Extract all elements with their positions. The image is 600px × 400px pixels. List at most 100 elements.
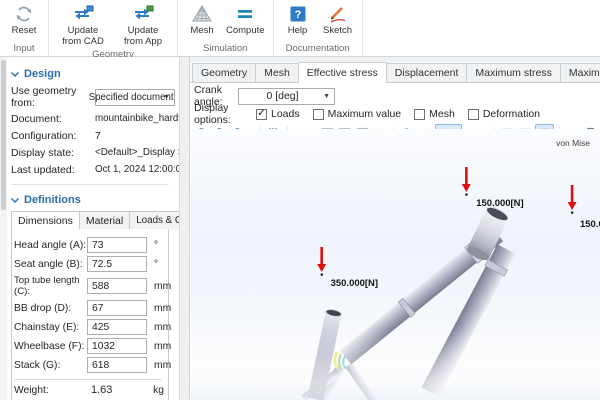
bike-frame-plot: von Mise 350.000[N] 150.000[N] 150.0	[191, 129, 600, 400]
graphics-panel: Geometry Mesh Effective stress Displacem…	[190, 57, 600, 400]
field-label: Seat angle (B):	[14, 259, 87, 270]
help-icon: ?	[288, 3, 308, 24]
display-state-value: <Default>_Display State	[95, 147, 179, 158]
use-geometry-select[interactable]: Specified document ▼	[95, 89, 175, 106]
graphics-canvas[interactable]: von Mise 350.000[N] 150.000[N] 150.0	[191, 129, 600, 400]
field-unit: mm	[154, 322, 171, 333]
compute-icon	[234, 3, 256, 24]
field-unit: °	[154, 240, 158, 251]
loads-checkbox[interactable]: ✓	[256, 109, 267, 120]
compute-label: Compute	[226, 25, 265, 36]
mesh-option-label: Mesh	[429, 108, 455, 120]
tab-maximum-stress-range[interactable]: Maximum stress range	[560, 63, 600, 82]
divider	[11, 184, 169, 185]
chevron-down-icon	[11, 72, 19, 77]
load-arrow-350N: 350.000[N]	[317, 247, 378, 289]
reset-button[interactable]: Reset	[5, 2, 43, 37]
chevron-down-icon	[11, 198, 19, 203]
display-options-label: Display options:	[194, 102, 256, 126]
svg-text:?: ?	[294, 9, 301, 21]
field-unit: mm	[154, 281, 171, 292]
sketch-button[interactable]: Sketch	[319, 2, 357, 37]
field-label: Top tube length (C):	[14, 275, 87, 297]
definitions-section-header[interactable]: Definitions	[11, 194, 179, 206]
results-tabs: Geometry Mesh Effective stress Displacem…	[190, 62, 600, 83]
reset-label: Reset	[12, 25, 37, 36]
document-label: Document:	[11, 113, 95, 125]
load-arrow-150N: 150.000[N]	[462, 167, 524, 209]
tab-geometry[interactable]: Geometry	[192, 63, 256, 82]
maximum-value-option-label: Maximum value	[328, 108, 402, 120]
seat-angle-input[interactable]	[87, 256, 147, 272]
mesh-icon	[191, 3, 213, 24]
panel-divider[interactable]	[179, 57, 190, 400]
field-unit: mm	[154, 303, 171, 314]
tab-mesh[interactable]: Mesh	[255, 63, 299, 82]
settings-panel: Design Use geometry from: Specified docu…	[7, 57, 179, 400]
mesh-button[interactable]: Mesh	[183, 2, 221, 37]
design-section-header[interactable]: Design	[11, 68, 179, 80]
tab-loads-constraints[interactable]: Loads & Constraints	[129, 211, 179, 229]
maximum-value-checkbox[interactable]	[313, 109, 324, 120]
update-from-cad-button[interactable]: Update from CAD	[54, 2, 112, 48]
wheelbase-input[interactable]	[87, 338, 147, 354]
help-label: Help	[288, 25, 308, 36]
head-angle-input[interactable]	[87, 237, 147, 253]
ribbon: Reset Input Update from CAD	[0, 0, 600, 57]
crank-angle-select[interactable]: 0 [deg] ▼	[238, 88, 335, 105]
tab-maximum-stress[interactable]: Maximum stress	[466, 63, 560, 82]
ribbon-group-simulation: Mesh Compute Simulation	[178, 0, 274, 56]
update-from-cad-label: Update from CAD	[57, 25, 109, 47]
design-section-title: Design	[24, 68, 61, 80]
weight-unit: kg	[153, 385, 164, 396]
load-label: 150.0	[580, 219, 600, 230]
crank-angle-value: 0 [deg]	[266, 90, 298, 102]
chevron-down-icon: ▼	[323, 93, 330, 100]
divider	[14, 379, 162, 380]
tab-displacement[interactable]: Displacement	[386, 63, 468, 82]
ribbon-group-label: Input	[5, 42, 43, 56]
sketch-label: Sketch	[323, 25, 352, 36]
ribbon-group-input: Reset Input	[0, 0, 49, 56]
help-button[interactable]: ? Help	[279, 2, 317, 37]
ribbon-group-documentation: ? Help Sketch Documentation	[274, 0, 363, 56]
deformation-checkbox[interactable]	[468, 109, 479, 120]
top-tube-length-input[interactable]	[87, 278, 147, 294]
weight-label: Weight:	[14, 385, 87, 396]
last-updated-value: Oct 1, 2024 12:00:00 AM	[95, 164, 179, 175]
update-from-app-button[interactable]: Update from App	[114, 2, 172, 48]
definitions-tabs: Dimensions Material Loads & Constraints	[11, 211, 169, 229]
reset-icon	[13, 3, 35, 24]
field-unit: mm	[154, 341, 171, 352]
last-updated-label: Last updated:	[11, 164, 95, 176]
configuration-label: Configuration:	[11, 130, 95, 142]
mesh-label: Mesh	[190, 25, 213, 36]
field-label: Stack (G):	[14, 360, 87, 371]
field-unit: °	[154, 259, 158, 270]
use-geometry-value: Specified document	[89, 91, 174, 102]
stack-input[interactable]	[87, 357, 147, 373]
tab-effective-stress[interactable]: Effective stress	[298, 62, 387, 83]
compute-button[interactable]: Compute	[223, 2, 268, 37]
bb-drop-input[interactable]	[87, 300, 147, 316]
update-from-cad-icon	[71, 3, 95, 24]
mesh-checkbox[interactable]	[414, 109, 425, 120]
fade-overlay	[191, 329, 600, 400]
field-label: BB drop (D):	[14, 303, 87, 314]
configuration-value: 7	[95, 130, 179, 142]
tab-material[interactable]: Material	[79, 211, 130, 229]
plot-title: von Mise	[556, 138, 590, 148]
left-panel-scrollbar[interactable]	[0, 57, 7, 400]
definitions-section-title: Definitions	[24, 194, 81, 206]
ribbon-group-label: Simulation	[183, 42, 268, 56]
scrollbar-thumb[interactable]	[1, 60, 6, 210]
dimensions-form: Head angle (A): ° Seat angle (B): ° Top …	[11, 228, 169, 400]
tab-dimensions[interactable]: Dimensions	[11, 211, 80, 229]
update-from-app-label: Update from App	[117, 25, 169, 47]
load-label: 350.000[N]	[331, 278, 378, 289]
chainstay-input[interactable]	[87, 319, 147, 335]
field-label: Head angle (A):	[14, 240, 87, 251]
update-from-app-icon	[131, 3, 155, 24]
field-unit: mm	[154, 360, 171, 371]
plot-controls: Crank angle: 0 [deg] ▼ Display options: …	[190, 83, 600, 122]
